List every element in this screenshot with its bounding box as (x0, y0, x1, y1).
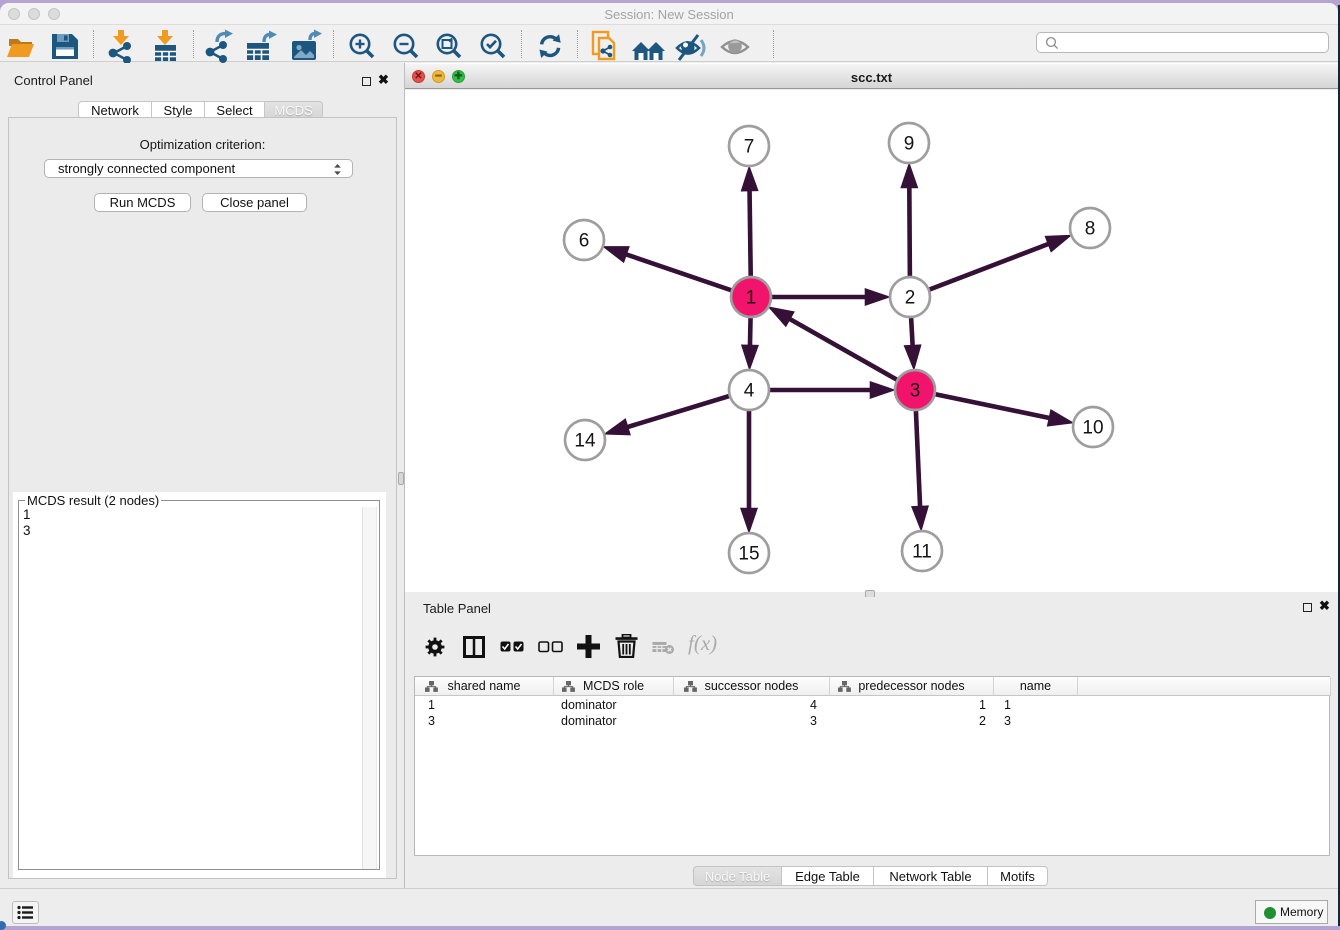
svg-text:6: 6 (579, 231, 590, 252)
svg-text:15: 15 (738, 544, 759, 565)
svg-text:11: 11 (912, 542, 932, 563)
svg-text:9: 9 (904, 134, 915, 155)
svg-text:4: 4 (744, 381, 755, 402)
svg-text:8: 8 (1085, 219, 1096, 240)
svg-text:14: 14 (574, 431, 596, 452)
svg-text:2: 2 (905, 288, 916, 309)
svg-text:1: 1 (746, 288, 757, 309)
svg-text:3: 3 (910, 381, 921, 402)
svg-text:7: 7 (744, 137, 755, 158)
svg-text:10: 10 (1082, 418, 1103, 439)
